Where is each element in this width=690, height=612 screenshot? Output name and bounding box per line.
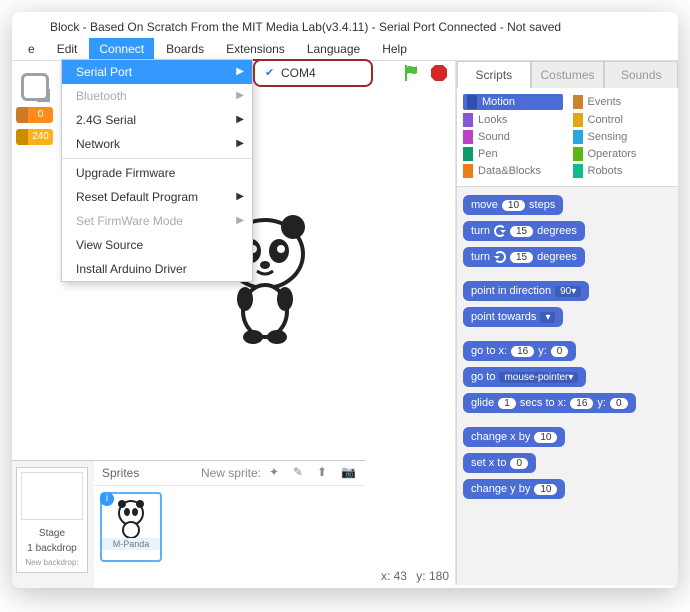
tabs: Scripts Costumes Sounds xyxy=(457,61,678,88)
sprite-thumb xyxy=(111,498,151,538)
menu-connect[interactable]: Connect xyxy=(89,38,154,60)
backdrop-count: 1 backdrop xyxy=(17,539,87,554)
coord-y: y: 180 xyxy=(416,569,449,583)
app-window: Block - Based On Scratch From the MIT Me… xyxy=(12,12,678,588)
cat-motion[interactable]: Motion xyxy=(463,94,563,110)
coord-pill-y: 240 xyxy=(16,129,53,145)
block-change-y[interactable]: change y by10 xyxy=(463,479,565,499)
block-turn-ccw[interactable]: turn15degrees xyxy=(463,247,585,267)
menu-24g-serial[interactable]: 2.4G Serial▶ xyxy=(62,108,252,132)
cat-data[interactable]: Data&Blocks xyxy=(463,164,563,178)
menu-boards[interactable]: Boards xyxy=(156,38,214,60)
block-change-x[interactable]: change x by10 xyxy=(463,427,565,447)
stage-controls xyxy=(401,63,449,83)
menu-upgrade-firmware[interactable]: Upgrade Firmware xyxy=(62,161,252,185)
block-categories: Motion Events Looks Control Sound Sensin… xyxy=(457,88,678,187)
chevron-right-icon: ▶ xyxy=(236,90,244,101)
menu-help[interactable]: Help xyxy=(372,38,417,60)
stage-label: Stage xyxy=(17,524,87,539)
blocks-palette: move10steps turn15degrees turn15degrees … xyxy=(457,187,678,585)
tab-scripts[interactable]: Scripts xyxy=(457,61,531,88)
menu-set-firmware[interactable]: Set FirmWare Mode▶ xyxy=(62,209,252,233)
stage-thumbnail[interactable]: Stage 1 backdrop New backdrop: xyxy=(16,467,88,573)
tab-sounds[interactable]: Sounds xyxy=(604,61,678,88)
coord-x: x: 43 xyxy=(381,569,407,583)
green-flag-icon[interactable] xyxy=(401,63,421,83)
connect-dropdown: Serial Port▶ Bluetooth▶ 2.4G Serial▶ Net… xyxy=(61,59,253,282)
block-goto-xy[interactable]: go to x:16y:0 xyxy=(463,341,576,361)
serial-port-submenu: ✔COM4 xyxy=(253,59,373,87)
sprite-name: M-Panda xyxy=(102,538,160,550)
tab-costumes[interactable]: Costumes xyxy=(531,61,605,88)
cat-robots[interactable]: Robots xyxy=(573,164,673,178)
menu-view-source[interactable]: View Source xyxy=(62,233,252,257)
coord-pill-x: 0 xyxy=(16,107,53,123)
sprites-header: Sprites xyxy=(102,466,139,480)
new-backdrop-label: New backdrop: xyxy=(17,554,87,567)
camera-sprite-icon[interactable]: 📷 xyxy=(341,465,357,481)
cat-pen[interactable]: Pen xyxy=(463,147,563,161)
block-point-towards[interactable]: point towards▾ xyxy=(463,307,563,327)
choose-sprite-icon[interactable]: ✦ xyxy=(269,465,285,481)
block-goto-mouse[interactable]: go tomouse-pointer▾ xyxy=(463,367,586,387)
menu-install-arduino[interactable]: Install Arduino Driver xyxy=(62,257,252,281)
paint-sprite-icon[interactable]: ✎ xyxy=(293,465,309,481)
cat-operators[interactable]: Operators xyxy=(573,147,673,161)
menu-bluetooth[interactable]: Bluetooth▶ xyxy=(62,84,252,108)
menu-bar: e Edit Connect Boards Extensions Languag… xyxy=(12,38,678,61)
menu-extensions[interactable]: Extensions xyxy=(216,38,295,60)
fullscreen-icon[interactable] xyxy=(21,73,49,101)
cat-sound[interactable]: Sound xyxy=(463,130,563,144)
submenu-com4[interactable]: ✔COM4 xyxy=(263,64,363,82)
stop-icon[interactable] xyxy=(429,63,449,83)
menu-reset-default[interactable]: Reset Default Program▶ xyxy=(62,185,252,209)
chevron-right-icon: ▶ xyxy=(236,138,244,149)
sprites-area: Sprites New sprite: ✦ ✎ ⬆ 📷 i M-Panda xyxy=(94,461,365,588)
cat-control[interactable]: Control xyxy=(573,113,673,127)
chevron-right-icon: ▶ xyxy=(236,114,244,125)
chevron-right-icon: ▶ xyxy=(236,215,244,226)
block-set-x[interactable]: set x to0 xyxy=(463,453,536,473)
rotate-ccw-icon xyxy=(494,251,506,263)
block-move[interactable]: move10steps xyxy=(463,195,563,215)
stage-thumb-image xyxy=(21,472,83,520)
menu-edit[interactable]: Edit xyxy=(47,38,88,60)
cat-events[interactable]: Events xyxy=(573,94,673,110)
menu-file[interactable]: e xyxy=(18,38,45,60)
new-sprite-controls: New sprite: ✦ ✎ ⬆ 📷 xyxy=(201,465,357,481)
right-panel: Scripts Costumes Sounds Motion Events Lo… xyxy=(456,61,678,585)
menu-serial-port[interactable]: Serial Port▶ xyxy=(62,60,252,84)
stage-coords: x: 43 y: 180 xyxy=(381,569,449,583)
rotate-cw-icon xyxy=(494,225,506,237)
menu-network[interactable]: Network▶ xyxy=(62,132,252,156)
cat-looks[interactable]: Looks xyxy=(463,113,563,127)
chevron-right-icon: ▶ xyxy=(236,66,244,77)
block-glide[interactable]: glide1secs to x:16y:0 xyxy=(463,393,636,413)
block-turn-cw[interactable]: turn15degrees xyxy=(463,221,585,241)
cat-sensing[interactable]: Sensing xyxy=(573,130,673,144)
sprites-panel: Stage 1 backdrop New backdrop: Sprites N… xyxy=(12,460,365,588)
check-icon: ✔ xyxy=(265,66,274,79)
chevron-right-icon: ▶ xyxy=(236,191,244,202)
menu-language[interactable]: Language xyxy=(297,38,370,60)
window-title: Block - Based On Scratch From the MIT Me… xyxy=(12,12,678,38)
sprite-info-icon[interactable]: i xyxy=(100,492,114,506)
sprite-tile-mpanda[interactable]: i M-Panda xyxy=(100,492,162,562)
upload-sprite-icon[interactable]: ⬆ xyxy=(317,465,333,481)
block-point-direction[interactable]: point in direction90▾ xyxy=(463,281,589,301)
